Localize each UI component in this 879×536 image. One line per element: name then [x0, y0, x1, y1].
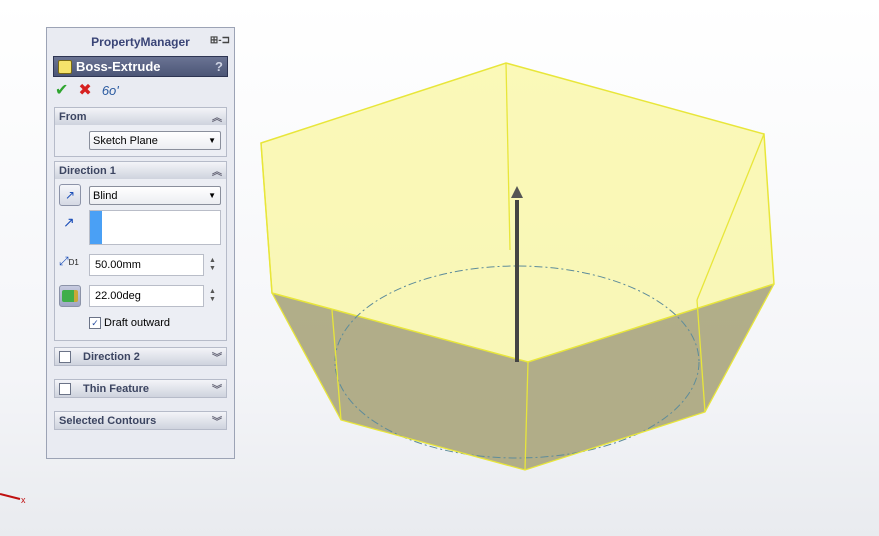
graphics-area[interactable]: x: [0, 0, 879, 536]
triad-x-label: x: [21, 495, 26, 505]
triad-icon: [0, 493, 21, 500]
